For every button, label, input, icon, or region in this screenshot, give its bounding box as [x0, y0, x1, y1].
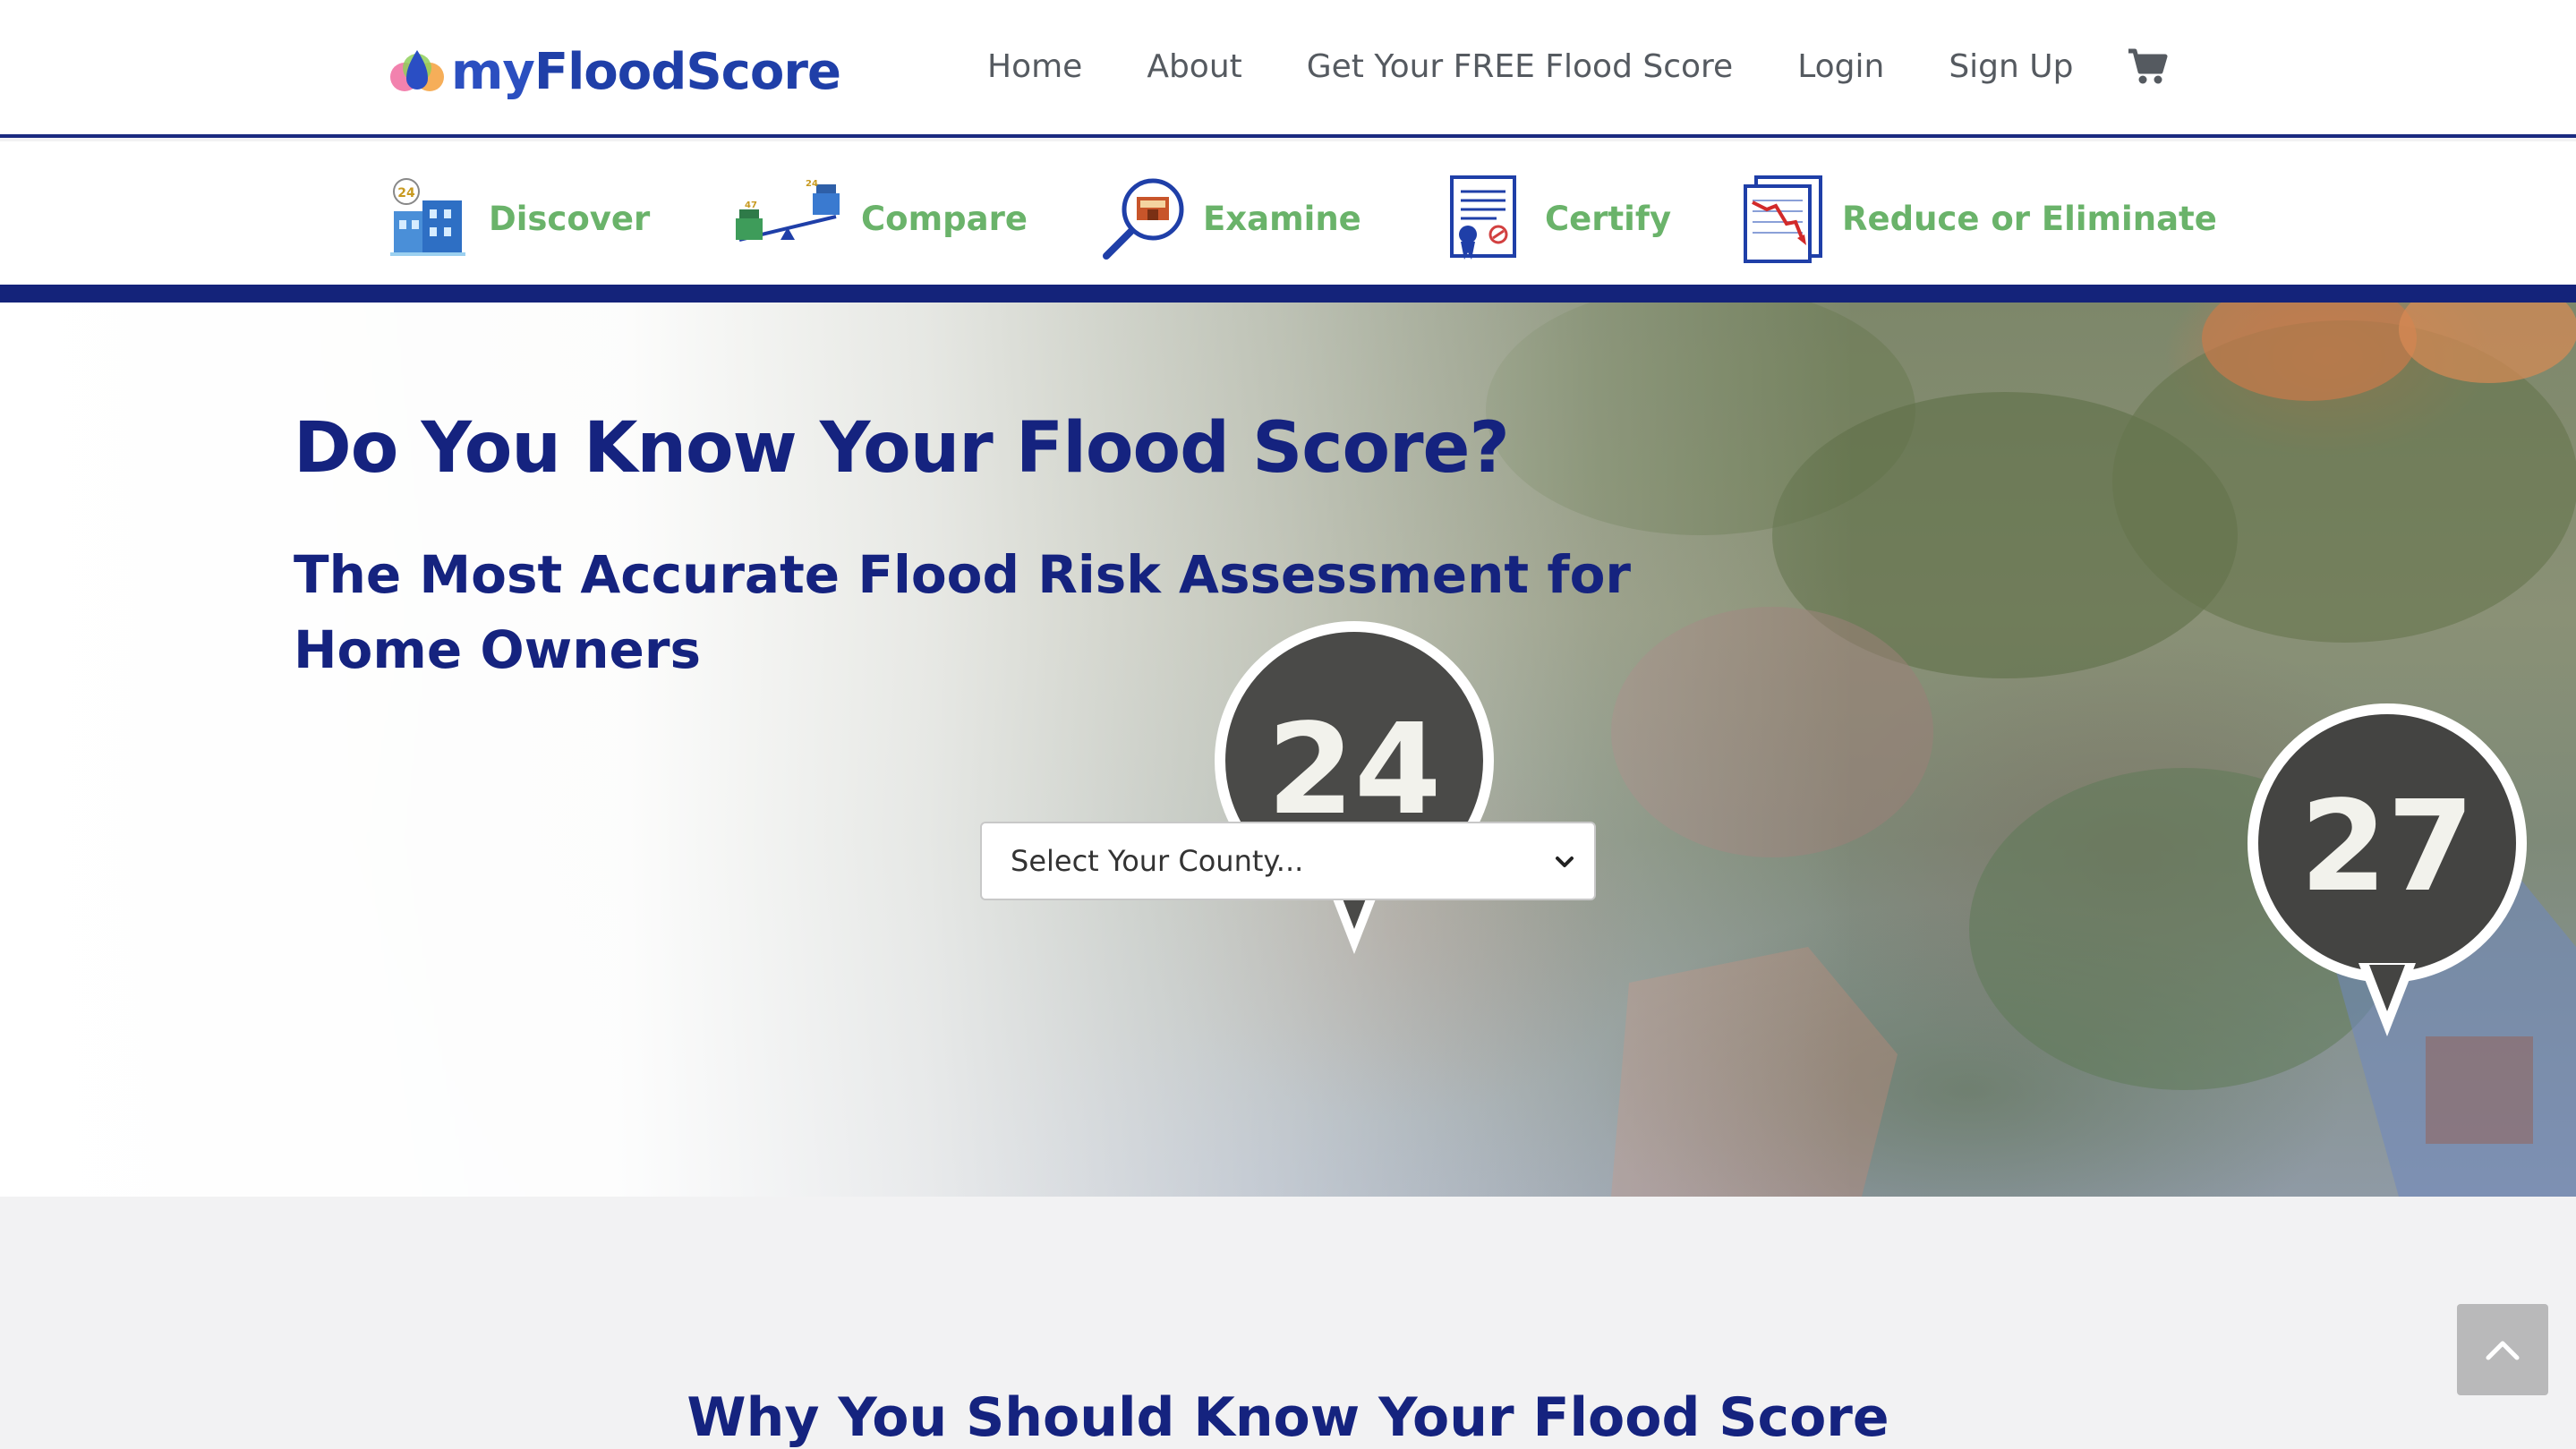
feature-certify[interactable]: Certify	[1443, 174, 1671, 263]
why-section-title: Why You Should Know Your Flood Score	[687, 1386, 1889, 1449]
nav-about[interactable]: About	[1147, 48, 1241, 85]
feature-reduce-or-eliminate[interactable]: Reduce or Eliminate	[1740, 174, 2217, 263]
svg-text:47: 47	[745, 200, 757, 210]
site-header: myFloodScore Home About Get Your FREE Fl…	[0, 0, 2576, 138]
nav-sign-up[interactable]: Sign Up	[1949, 48, 2073, 85]
nav-get-free-score[interactable]: Get Your FREE Flood Score	[1307, 48, 1733, 85]
svg-text:24: 24	[397, 186, 415, 200]
hero-title: Do You Know Your Flood Score?	[294, 408, 1510, 489]
feature-label: Reduce or Eliminate	[1842, 199, 2217, 238]
back-to-top-button[interactable]	[2457, 1304, 2548, 1395]
feature-label: Certify	[1545, 199, 1672, 238]
certificate-icon	[1450, 175, 1516, 260]
nav-home[interactable]: Home	[987, 48, 1082, 85]
chevron-up-icon	[2486, 1341, 2520, 1360]
site-logo[interactable]: myFloodScore	[387, 36, 841, 107]
why-section: Why You Should Know Your Flood Score	[0, 1197, 2576, 1449]
shopping-cart-icon[interactable]	[2127, 47, 2168, 86]
county-select[interactable]: Select Your County...	[980, 822, 1596, 900]
feature-label: Discover	[489, 199, 651, 238]
svg-text:24: 24	[806, 179, 818, 189]
feature-label: Compare	[861, 199, 1028, 238]
nav-login[interactable]: Login	[1797, 48, 1884, 85]
chevron-down-icon	[1556, 857, 1574, 867]
map-pin-score: 27	[2248, 703, 2527, 1036]
feature-discover[interactable]: 24 Discover	[387, 174, 650, 263]
declining-chart-icon	[1744, 175, 1822, 263]
feature-bar: 24 Discover 47 24 Compare Examine Certif…	[0, 141, 2576, 285]
feature-compare[interactable]: 47 24 Compare	[727, 174, 1028, 263]
county-select-value: Select Your County...	[1011, 844, 1304, 878]
hero-subtitle: The Most Accurate Flood Risk Assessment …	[294, 544, 1632, 680]
main-nav: Home About Get Your FREE Flood Score Log…	[987, 39, 2168, 93]
logo-text: myFloodScore	[451, 42, 841, 101]
magnifier-icon	[1103, 178, 1184, 260]
discover-icon: 24	[390, 178, 465, 256]
pin-score-text: 27	[2300, 774, 2475, 920]
feature-label: Examine	[1203, 199, 1361, 238]
logo-drop-icon	[390, 50, 444, 91]
feature-bar-divider	[0, 285, 2576, 303]
feature-examine[interactable]: Examine	[1101, 174, 1361, 263]
compare-scale-icon: 47 24	[736, 179, 840, 242]
